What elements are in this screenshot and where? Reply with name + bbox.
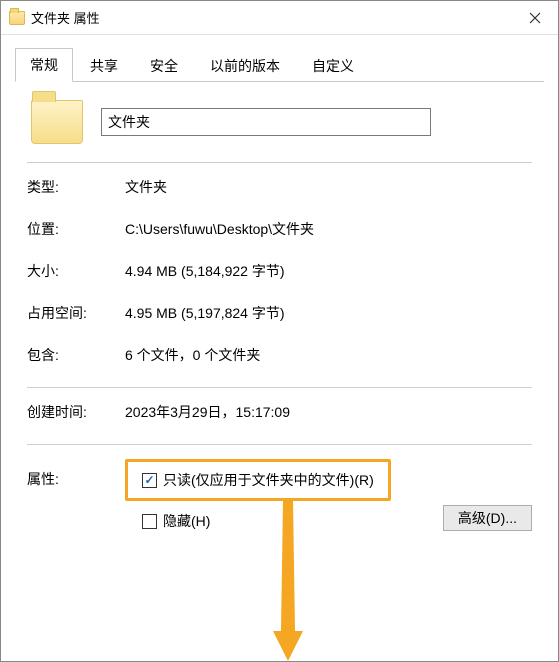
titlebar: 文件夹 属性 [1, 1, 558, 35]
attributes-section: 属性: 只读(仅应用于文件夹中的文件)(R) 隐藏(H) 高级(D)... [27, 459, 532, 531]
folder-name-input[interactable] [101, 108, 431, 136]
client-area: 常规 共享 安全 以前的版本 自定义 类型: 文件夹 位置: C:\Users\… [1, 35, 558, 531]
label-created: 创建时间: [27, 402, 125, 422]
row-type: 类型: 文件夹 [27, 177, 532, 197]
row-size-on-disk: 占用空间: 4.95 MB (5,197,824 字节) [27, 303, 532, 323]
close-icon [529, 12, 541, 24]
row-size: 大小: 4.94 MB (5,184,922 字节) [27, 261, 532, 281]
hidden-label: 隐藏(H) [163, 511, 210, 531]
value-type: 文件夹 [125, 177, 532, 197]
separator [27, 162, 532, 163]
value-created: 2023年3月29日，15:17:09 [125, 402, 532, 422]
row-location: 位置: C:\Users\fuwu\Desktop\文件夹 [27, 219, 532, 239]
window-title: 文件夹 属性 [31, 8, 100, 27]
folder-icon [9, 11, 25, 25]
row-created: 创建时间: 2023年3月29日，15:17:09 [27, 402, 532, 422]
header-row [27, 100, 532, 144]
tab-security[interactable]: 安全 [135, 49, 193, 82]
tab-customize[interactable]: 自定义 [297, 49, 369, 82]
label-contains: 包含: [27, 345, 125, 365]
label-type: 类型: [27, 177, 125, 197]
tab-previous-versions[interactable]: 以前的版本 [195, 49, 295, 82]
value-location: C:\Users\fuwu\Desktop\文件夹 [125, 219, 532, 239]
tab-sharing[interactable]: 共享 [75, 49, 133, 82]
tab-general[interactable]: 常规 [15, 48, 73, 82]
tab-strip: 常规 共享 安全 以前的版本 自定义 [15, 47, 544, 82]
properties-dialog: 文件夹 属性 常规 共享 安全 以前的版本 自定义 类型: 文件夹 位置: [0, 0, 559, 662]
label-location: 位置: [27, 219, 125, 239]
row-contains: 包含: 6 个文件，0 个文件夹 [27, 345, 532, 365]
readonly-checkbox[interactable] [142, 473, 157, 488]
separator [27, 387, 532, 388]
folder-icon-large [31, 100, 83, 144]
general-panel: 类型: 文件夹 位置: C:\Users\fuwu\Desktop\文件夹 大小… [15, 82, 544, 531]
value-size: 4.94 MB (5,184,922 字节) [125, 261, 532, 281]
separator [27, 444, 532, 445]
hidden-checkbox[interactable] [142, 514, 157, 529]
label-attributes: 属性: [27, 459, 125, 531]
value-size-on-disk: 4.95 MB (5,197,824 字节) [125, 303, 532, 323]
advanced-button[interactable]: 高级(D)... [443, 505, 532, 531]
label-size: 大小: [27, 261, 125, 281]
close-button[interactable] [512, 1, 558, 35]
readonly-highlight: 只读(仅应用于文件夹中的文件)(R) [125, 459, 391, 501]
value-contains: 6 个文件，0 个文件夹 [125, 345, 532, 365]
attributes-body: 只读(仅应用于文件夹中的文件)(R) 隐藏(H) 高级(D)... [125, 459, 532, 531]
label-size-on-disk: 占用空间: [27, 303, 125, 323]
readonly-label: 只读(仅应用于文件夹中的文件)(R) [163, 470, 374, 490]
